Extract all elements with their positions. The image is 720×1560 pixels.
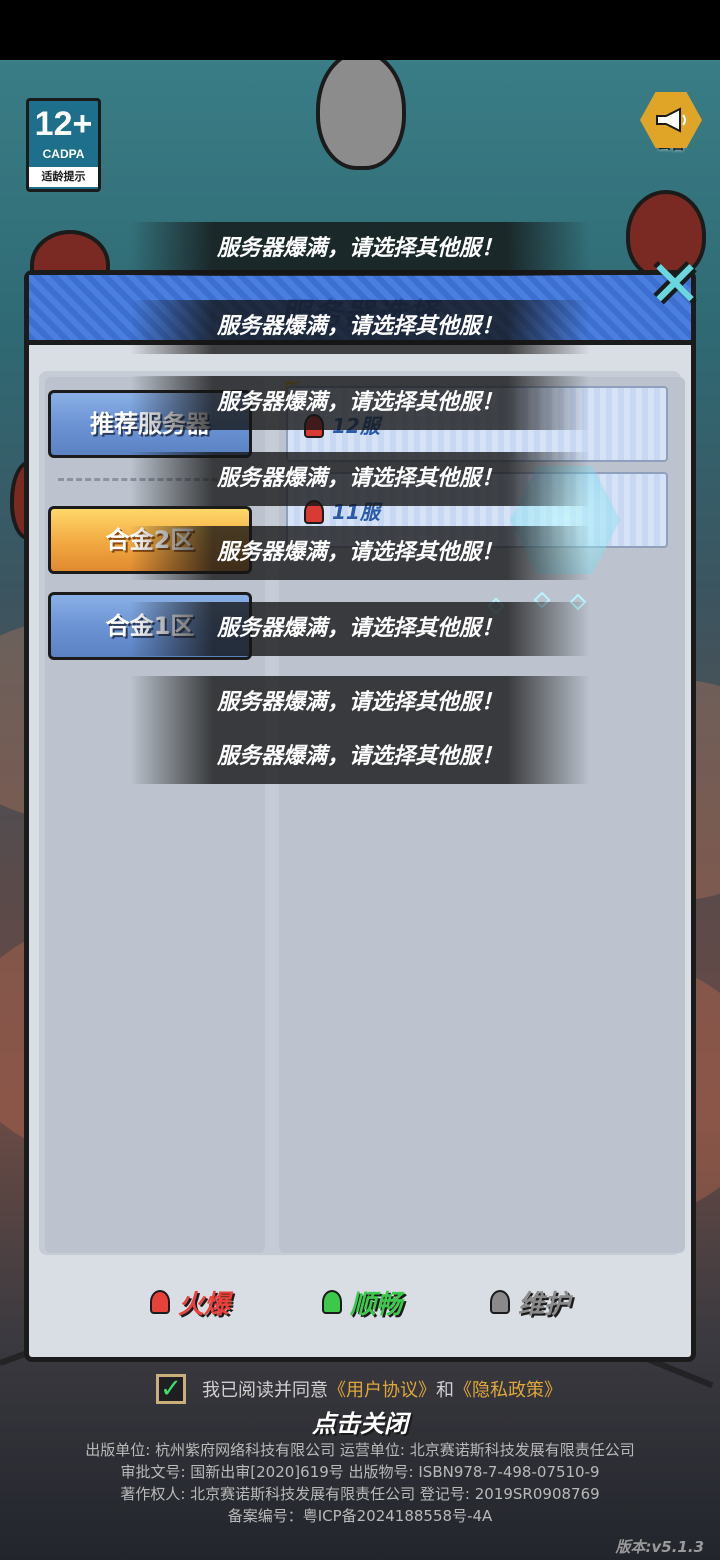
legal-line-icp: 备案编号：粤ICP备2024188558号-4A [227, 1507, 493, 1525]
toast-message: 服务器爆满，请选择其他服！ [130, 676, 590, 730]
notice-button[interactable]: 公告 [636, 92, 706, 162]
legal-line-publisher: 出版单位: 杭州紫府网络科技有限公司 运营单位: 北京赛诺斯科技发展有限责任公司 [85, 1441, 635, 1459]
toast-message: 服务器爆满，请选择其他服！ [130, 602, 590, 656]
toast-message: 服务器爆满，请选择其他服！ [130, 452, 590, 506]
toast-message: 服务器爆满，请选择其他服！ [130, 300, 590, 354]
close-x-icon[interactable]: ✕ [646, 253, 704, 317]
toast-message: 服务器爆满，请选择其他服！ [130, 730, 590, 784]
status-bar [0, 0, 720, 60]
legend-maintenance: 维护 [490, 1282, 570, 1322]
status-hot-icon [150, 1290, 170, 1314]
user-agreement-link[interactable]: 《用户协议》 [328, 1376, 436, 1402]
rocket-icon [316, 60, 406, 170]
agreement-and: 和 [436, 1380, 454, 1401]
age-rating-badge: 12+ CADPA 适龄提示 [26, 98, 101, 192]
legal-line-copyright: 著作权人: 北京赛诺斯科技发展有限责任公司 登记号: 2019SR0908769 [120, 1485, 600, 1503]
status-smooth-icon [322, 1290, 342, 1314]
legend-hot: 火爆 [150, 1282, 230, 1322]
tap-to-close[interactable]: 点击关闭 [0, 1404, 720, 1439]
status-maintenance-icon [490, 1290, 510, 1314]
legend-label: 顺畅 [350, 1289, 403, 1320]
age-rating-org: CADPA [42, 147, 85, 161]
agreement-row: ✓ 我已阅读并同意 《用户协议》 和 《隐私政策》 [156, 1372, 562, 1406]
age-rating: 12+ [34, 105, 93, 143]
agreement-checkbox[interactable]: ✓ [156, 1374, 186, 1404]
privacy-policy-link[interactable]: 《隐私政策》 [454, 1376, 562, 1402]
legend-label: 火爆 [178, 1289, 231, 1320]
version-label: 版本:v5.1.3 [615, 1538, 704, 1556]
legal-line-approval: 审批文号: 国新出审[2020]619号 出版物号: ISBN978-7-498… [120, 1463, 600, 1481]
toast-message: 服务器爆满，请选择其他服！ [130, 222, 590, 276]
toast-message: 服务器爆满，请选择其他服！ [130, 376, 590, 430]
agreement-prefix: 我已阅读并同意 [202, 1380, 328, 1401]
toast-message: 服务器爆满，请选择其他服！ [130, 526, 590, 580]
age-rating-tip: 适龄提示 [29, 167, 98, 187]
legend-label: 维护 [518, 1289, 571, 1320]
legend-smooth: 顺畅 [322, 1282, 402, 1322]
